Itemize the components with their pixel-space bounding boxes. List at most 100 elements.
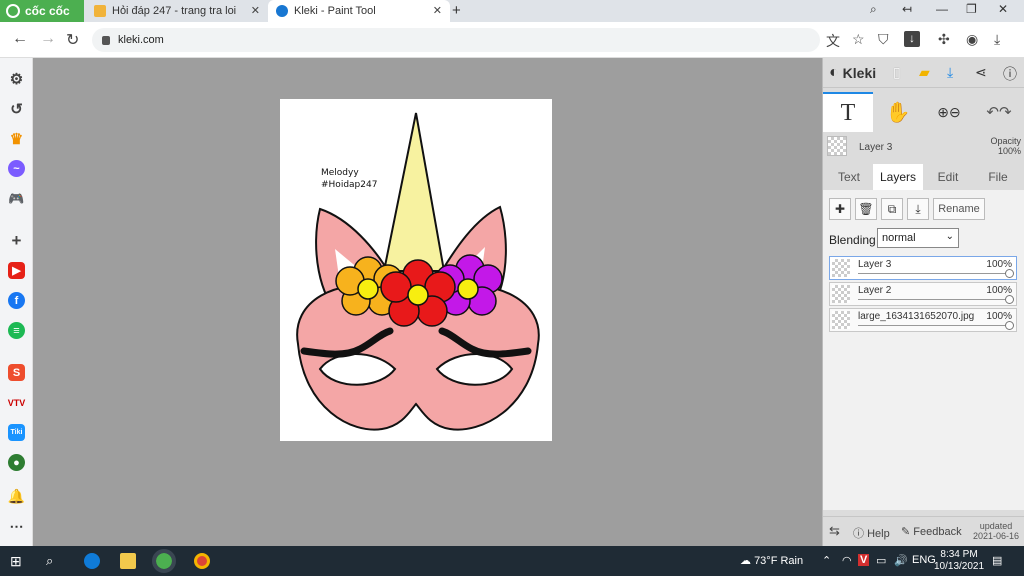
- text-tool-icon[interactable]: T: [823, 92, 873, 132]
- file-explorer-icon[interactable]: [120, 553, 136, 569]
- rename-button[interactable]: Rename: [933, 198, 985, 220]
- reload-icon[interactable]: ↻: [66, 30, 79, 50]
- save-download-icon[interactable]: ⤓: [947, 64, 953, 81]
- panel-tabs: Text Layers Edit File: [823, 164, 1024, 190]
- layer-row[interactable]: Layer 3 100%: [829, 256, 1017, 280]
- weather-widget[interactable]: ☁ 73°F Rain: [740, 554, 803, 567]
- layer-row[interactable]: Layer 2 100%: [829, 282, 1017, 306]
- layer-row[interactable]: large_1634131652070.jpg 100%: [829, 308, 1017, 332]
- profile-icon[interactable]: ◉: [966, 31, 978, 48]
- messenger-icon[interactable]: ~: [8, 160, 25, 177]
- game-icon[interactable]: 🎮: [8, 190, 25, 207]
- unicorn-mask-drawing: [296, 112, 540, 431]
- translate-icon[interactable]: 文: [826, 31, 840, 51]
- restore-icon[interactable]: ❐: [966, 2, 977, 16]
- bookmark-star-icon[interactable]: ☆: [852, 31, 865, 48]
- new-tab-icon[interactable]: +: [452, 2, 461, 19]
- tab-edit[interactable]: Edit: [923, 164, 973, 190]
- extensions-icon[interactable]: ✣: [938, 31, 950, 48]
- layers-pane: ✚ 🗑 ⧉ ⤓ Rename Blending normal ⌄ Layer 3…: [823, 190, 1024, 510]
- shield-icon[interactable]: ⛉: [878, 31, 889, 48]
- tab-layers[interactable]: Layers: [873, 164, 923, 190]
- current-layer-thumbnail: [827, 136, 847, 156]
- tray-chevron-up-icon[interactable]: ⌃: [822, 554, 831, 567]
- close-tab-icon[interactable]: ✕: [251, 4, 260, 17]
- tab-hoidap[interactable]: Hỏi đáp 247 - trang tra loi ✕: [86, 0, 268, 22]
- swap-side-icon[interactable]: ⇆: [829, 523, 840, 539]
- language-indicator[interactable]: ENG: [912, 554, 936, 566]
- kleki-logo-icon: ◐: [829, 63, 839, 81]
- downloads-icon[interactable]: ⤓: [994, 31, 1000, 48]
- chrome-icon[interactable]: [194, 553, 210, 569]
- back-icon[interactable]: ↤: [902, 2, 912, 16]
- clock-time: 8:34 PM: [940, 549, 978, 560]
- clock[interactable]: 8:34 PM 10/13/2021: [934, 549, 984, 573]
- vivaldi-tray-icon[interactable]: V: [858, 554, 870, 566]
- tab-search-icon[interactable]: ⌕: [870, 2, 877, 17]
- add-app-icon[interactable]: +: [8, 231, 25, 250]
- notifications-bell-icon[interactable]: 🔔: [8, 488, 25, 505]
- coccoc-taskbar-icon[interactable]: [152, 549, 176, 573]
- blending-label: Blending: [829, 233, 876, 247]
- notifications-icon[interactable]: ▤: [992, 554, 1002, 567]
- soccer-icon[interactable]: ●: [8, 454, 25, 471]
- help-question-icon[interactable]: ⓘ: [1003, 64, 1017, 84]
- feedback-icon: ✎: [901, 526, 911, 538]
- layer-opacity-slider[interactable]: [858, 325, 1008, 326]
- tab-text[interactable]: Text: [825, 164, 873, 190]
- download-video-icon[interactable]: ↓: [904, 31, 920, 47]
- crown-icon[interactable]: ♛: [8, 130, 25, 148]
- feedback-button[interactable]: ✎ Feedback: [901, 525, 962, 538]
- slider-knob[interactable]: [1005, 321, 1014, 330]
- brand-label: cốc cốc: [25, 4, 70, 18]
- close-tab-icon[interactable]: ✕: [433, 4, 442, 17]
- zoom-in-out-icon[interactable]: ⊕⊖: [931, 92, 967, 132]
- youtube-icon[interactable]: ▶: [8, 262, 25, 279]
- windows-start-icon[interactable]: ⊞: [10, 553, 26, 569]
- vtv-icon[interactable]: VTV: [8, 394, 26, 411]
- tab-file[interactable]: File: [973, 164, 1023, 190]
- help-button[interactable]: ⓘ Help: [853, 525, 890, 541]
- edge-icon[interactable]: [84, 553, 100, 569]
- duplicate-layer-icon[interactable]: ⧉: [881, 198, 903, 220]
- cloud-rain-icon: ☁: [740, 555, 751, 567]
- facebook-icon[interactable]: f: [8, 292, 25, 309]
- more-icon[interactable]: ⋯: [8, 518, 25, 535]
- wifi-icon[interactable]: ◠: [842, 554, 852, 567]
- back-button-icon[interactable]: ←: [12, 30, 28, 48]
- new-image-icon[interactable]: ▯: [893, 64, 901, 81]
- merge-layer-icon[interactable]: ⤓: [907, 198, 929, 220]
- drawing-canvas-area[interactable]: Melodyy #Hoidap247: [33, 58, 822, 546]
- volume-icon[interactable]: 🔊: [894, 554, 908, 567]
- coccoc-menu-button[interactable]: cốc cốc: [0, 0, 84, 22]
- battery-icon[interactable]: ▭: [876, 554, 886, 567]
- tiki-icon[interactable]: Tiki: [8, 424, 25, 441]
- forward-button-icon[interactable]: →: [40, 30, 56, 48]
- add-layer-icon[interactable]: ✚: [829, 198, 851, 220]
- settings-gear-icon[interactable]: ⚙: [8, 70, 25, 88]
- slider-knob[interactable]: [1005, 295, 1014, 304]
- url-field[interactable]: kleki.com: [92, 28, 820, 52]
- app-sidebar: ⚙ ↺ ♛ ~ 🎮 + ▶ f ≡ S VTV Tiki ● 🔔 ⋯: [0, 58, 33, 546]
- close-window-icon[interactable]: ✕: [998, 2, 1008, 16]
- spotify-icon[interactable]: ≡: [8, 322, 25, 339]
- search-icon[interactable]: ⌕: [46, 553, 62, 569]
- hand-tool-icon[interactable]: ✋: [883, 92, 913, 132]
- open-file-icon[interactable]: ▰: [919, 64, 930, 81]
- feedback-label: Feedback: [913, 526, 962, 538]
- blending-select[interactable]: normal ⌄: [877, 228, 959, 248]
- delete-layer-icon[interactable]: 🗑: [855, 198, 877, 220]
- layer-opacity-slider[interactable]: [858, 273, 1008, 274]
- minimize-icon[interactable]: —: [936, 2, 948, 16]
- shopee-icon[interactable]: S: [8, 364, 25, 381]
- history-icon[interactable]: ↺: [8, 100, 25, 118]
- share-icon[interactable]: ⋖: [975, 64, 987, 81]
- undo-redo-icon[interactable]: ↶↷: [979, 92, 1019, 132]
- slider-knob[interactable]: [1005, 269, 1014, 278]
- tab-strip: cốc cốc Hỏi đáp 247 - trang tra loi ✕ Kl…: [0, 0, 1024, 22]
- canvas-page[interactable]: [280, 99, 552, 441]
- current-layer-row: Layer 3 Opacity 100%: [827, 134, 1021, 162]
- layer-name: Layer 2: [858, 285, 892, 296]
- layer-opacity-slider[interactable]: [858, 299, 1008, 300]
- tab-kleki[interactable]: Kleki - Paint Tool ✕: [268, 0, 450, 22]
